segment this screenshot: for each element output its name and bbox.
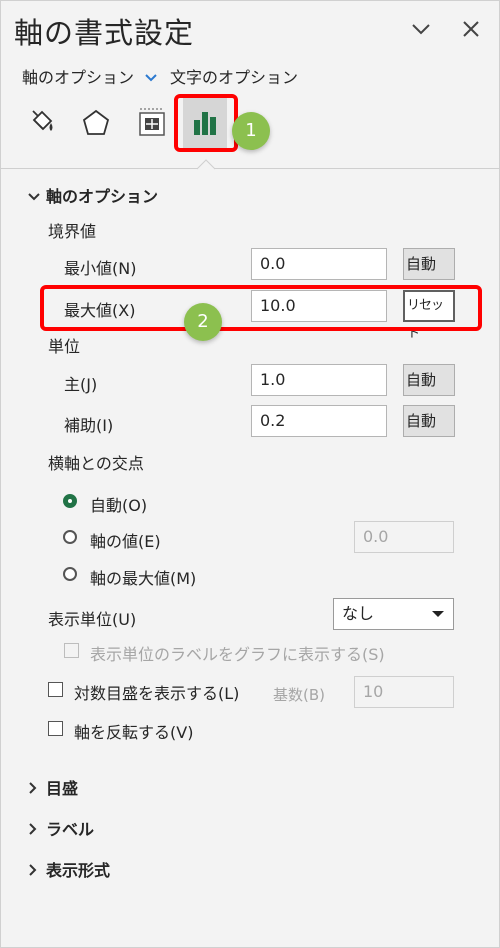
min-label: 最小値(N) [64, 259, 137, 278]
pane-title: 軸の書式設定 [14, 16, 195, 50]
display-units-label: 表示単位(U) [48, 610, 137, 629]
chevron-right-icon [28, 782, 46, 798]
reverse-axis-checkbox[interactable] [48, 721, 63, 736]
close-icon [463, 21, 479, 37]
max-input[interactable]: 10.0 [251, 290, 387, 322]
step-badge-1: 1 [232, 112, 270, 150]
tab-axis-options-chart[interactable] [183, 98, 227, 148]
bounds-label: 境界値 [48, 222, 97, 241]
minor-label: 補助(I) [64, 416, 114, 435]
minor-auto-button[interactable]: 自動 [403, 405, 455, 437]
section-title: 表示形式 [46, 861, 111, 880]
crosses-value-radio[interactable] [63, 530, 77, 544]
section-title: 目盛 [46, 779, 79, 798]
tab-fill-line[interactable] [20, 98, 64, 148]
dropdown-arrow-icon [432, 611, 444, 617]
separator [214, 168, 500, 169]
max-reset-button[interactable]: リセット [403, 290, 455, 341]
major-input[interactable]: 1.0 [251, 364, 387, 396]
tab-axis-options-label: 軸のオプション [22, 68, 135, 87]
tab-text-options[interactable]: 文字のオプション [170, 64, 298, 88]
display-units-value: なし [342, 604, 375, 623]
active-tab-pointer [196, 159, 216, 170]
units-label: 単位 [48, 337, 81, 356]
base-input[interactable]: 10 [354, 676, 454, 708]
chevron-down-icon [140, 71, 158, 87]
bar-chart-icon [194, 112, 216, 135]
section-number-format-header[interactable]: 表示形式 [28, 857, 110, 881]
crosses-value-label: 軸の値(E) [90, 532, 161, 551]
crosses-max-label: 軸の最大値(M) [90, 569, 197, 588]
show-units-label: 表示単位のラベルをグラフに表示する(S) [90, 645, 385, 664]
chevron-right-icon [28, 823, 46, 839]
section-title: ラベル [46, 820, 95, 839]
fill-line-icon [32, 110, 53, 131]
log-scale-checkbox[interactable] [48, 682, 63, 697]
tab-effects[interactable] [74, 98, 118, 148]
log-scale-label: 対数目盛を表示する(L) [74, 684, 240, 703]
chevron-right-icon [28, 864, 46, 880]
effects-pentagon-icon [82, 109, 110, 135]
size-properties-icon [139, 108, 165, 136]
show-units-checkbox[interactable] [64, 643, 79, 658]
tab-size-properties[interactable] [130, 98, 174, 148]
major-auto-button[interactable]: 自動 [403, 364, 455, 396]
chevron-down-icon [412, 24, 430, 35]
close-pane-button[interactable] [460, 18, 482, 46]
crosses-auto-label: 自動(O) [90, 496, 148, 515]
crosses-value-input[interactable]: 0.0 [354, 521, 454, 553]
section-axis-options-header[interactable]: 軸のオプション [28, 183, 158, 207]
tab-axis-options[interactable]: 軸のオプション [22, 64, 158, 88]
min-auto-button[interactable]: 自動 [403, 248, 455, 280]
max-label: 最大値(X) [64, 301, 136, 320]
reverse-axis-label: 軸を反転する(V) [74, 723, 194, 742]
collapse-pane-button[interactable] [410, 18, 432, 46]
section-labels-header[interactable]: ラベル [28, 816, 94, 840]
chevron-down-icon [28, 190, 46, 206]
crosses-label: 横軸との交点 [48, 454, 144, 473]
min-input[interactable]: 0.0 [251, 248, 387, 280]
crosses-max-radio[interactable] [63, 567, 77, 581]
section-tick-marks-header[interactable]: 目盛 [28, 775, 78, 799]
crosses-auto-radio[interactable] [63, 494, 77, 508]
minor-input[interactable]: 0.2 [251, 405, 387, 437]
display-units-select[interactable]: なし [333, 598, 454, 630]
step-badge-2: 2 [184, 303, 222, 341]
separator [0, 168, 198, 169]
section-title: 軸のオプション [46, 187, 159, 206]
major-label: 主(J) [64, 375, 98, 394]
base-label: 基数(B) [273, 686, 325, 704]
